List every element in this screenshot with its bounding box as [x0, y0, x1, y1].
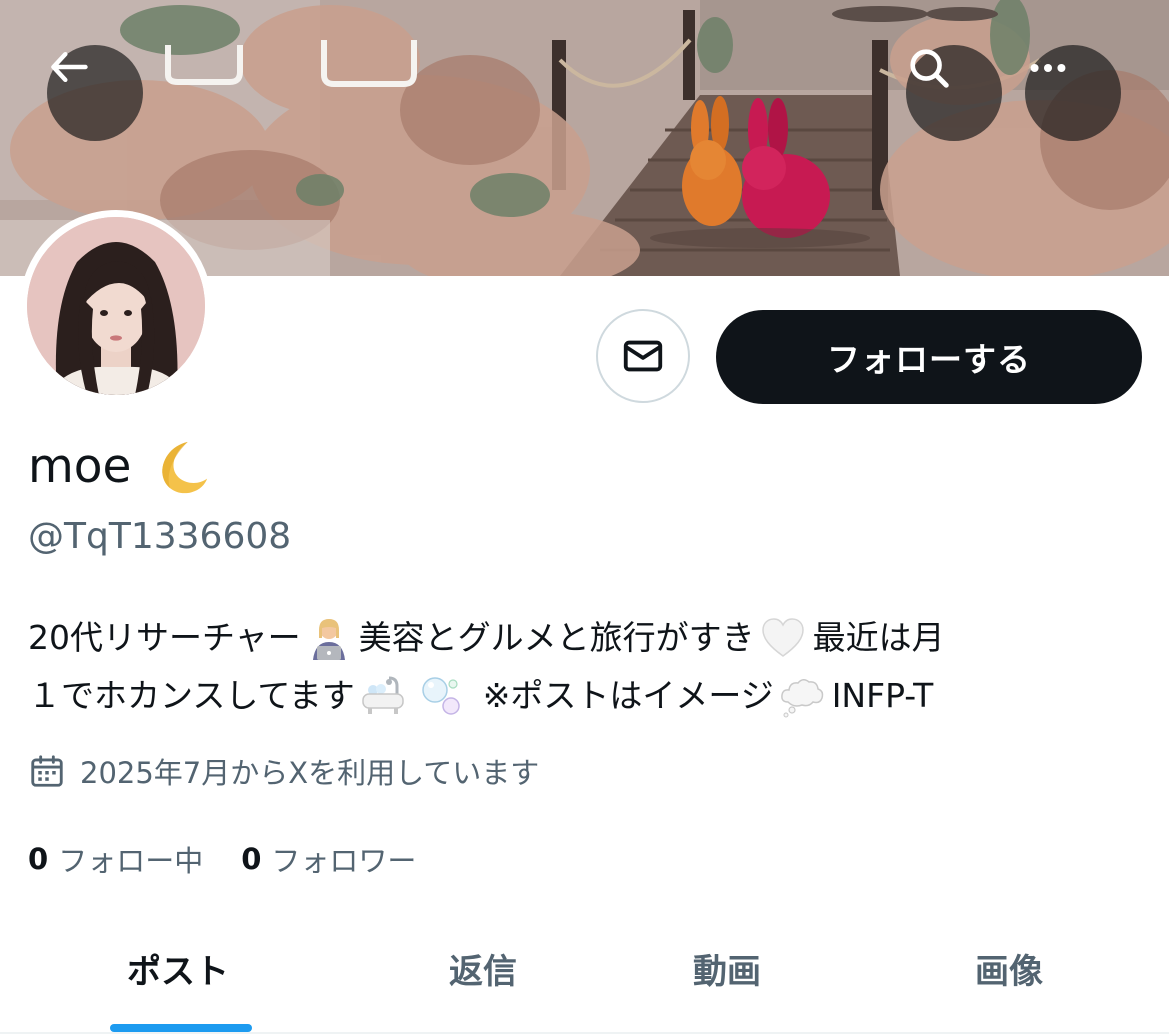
search-icon [910, 49, 949, 88]
arrow-left-icon [51, 51, 88, 83]
bio-text: １でホカンスしてます [28, 676, 355, 715]
message-button[interactable] [596, 309, 690, 403]
woman-technologist-emoji [305, 614, 353, 662]
display-name: moe [28, 432, 211, 502]
profile-bio: 20代リサーチャー 美容とグルメと旅行がすき 最近は月 １でホカンスしてます ※… [28, 609, 1148, 725]
tab-posts[interactable]: ポスト [108, 925, 248, 1011]
bio-line-2: １でホカンスしてます ※ポストはイメージ INFP-T [28, 667, 1148, 725]
follow-stats: 0 フォロー中 0 フォロワー [28, 836, 416, 882]
mail-icon [623, 340, 663, 372]
active-tab-indicator [110, 1024, 252, 1032]
following-count: 0 [28, 842, 49, 876]
follow-button[interactable]: フォローする [716, 310, 1142, 404]
followers-count: 0 [241, 842, 262, 876]
followers-label: フォロワー [271, 844, 417, 878]
bio-text: 20代リサーチャー [28, 618, 301, 657]
bubbles-emoji [417, 672, 465, 720]
bio-text: 美容とグルメと旅行がすき [358, 618, 755, 657]
search-button[interactable] [906, 45, 1002, 141]
tab-images[interactable]: 画像 [946, 925, 1072, 1011]
display-name-text: moe [28, 439, 132, 494]
calendar-icon [31, 755, 63, 787]
bio-text: INFP-T [831, 676, 934, 715]
following-label: フォロー中 [58, 844, 204, 878]
profile-avatar[interactable] [20, 210, 212, 402]
avatar-photo [27, 217, 205, 395]
join-date: 2025年7月からXを利用しています [28, 748, 539, 794]
back-button[interactable] [47, 45, 143, 141]
username-handle: @TqT1336608 [28, 516, 292, 557]
bio-line-1: 20代リサーチャー 美容とグルメと旅行がすき 最近は月 [28, 609, 1148, 667]
bio-text: 最近は月 [812, 618, 945, 657]
bio-text: ※ポストはイメージ [482, 676, 774, 715]
tab-replies[interactable]: 返信 [420, 925, 546, 1011]
following-link[interactable]: 0 フォロー中 [28, 838, 203, 880]
join-date-text: 2025年7月からXを利用しています [80, 756, 540, 790]
followers-link[interactable]: 0 フォロワー [241, 838, 416, 880]
bathtub-emoji [359, 672, 407, 720]
white-heart-emoji [759, 614, 807, 662]
more-horizontal-icon [1030, 63, 1066, 73]
profile-tabs: ポスト 返信 動画 画像 [0, 925, 1169, 1036]
crescent-moon-icon [162, 441, 208, 494]
thought-balloon-emoji [778, 672, 826, 720]
more-options-button[interactable] [1025, 45, 1121, 141]
tabs-divider [0, 1032, 1169, 1034]
tab-videos[interactable]: 動画 [664, 925, 790, 1011]
